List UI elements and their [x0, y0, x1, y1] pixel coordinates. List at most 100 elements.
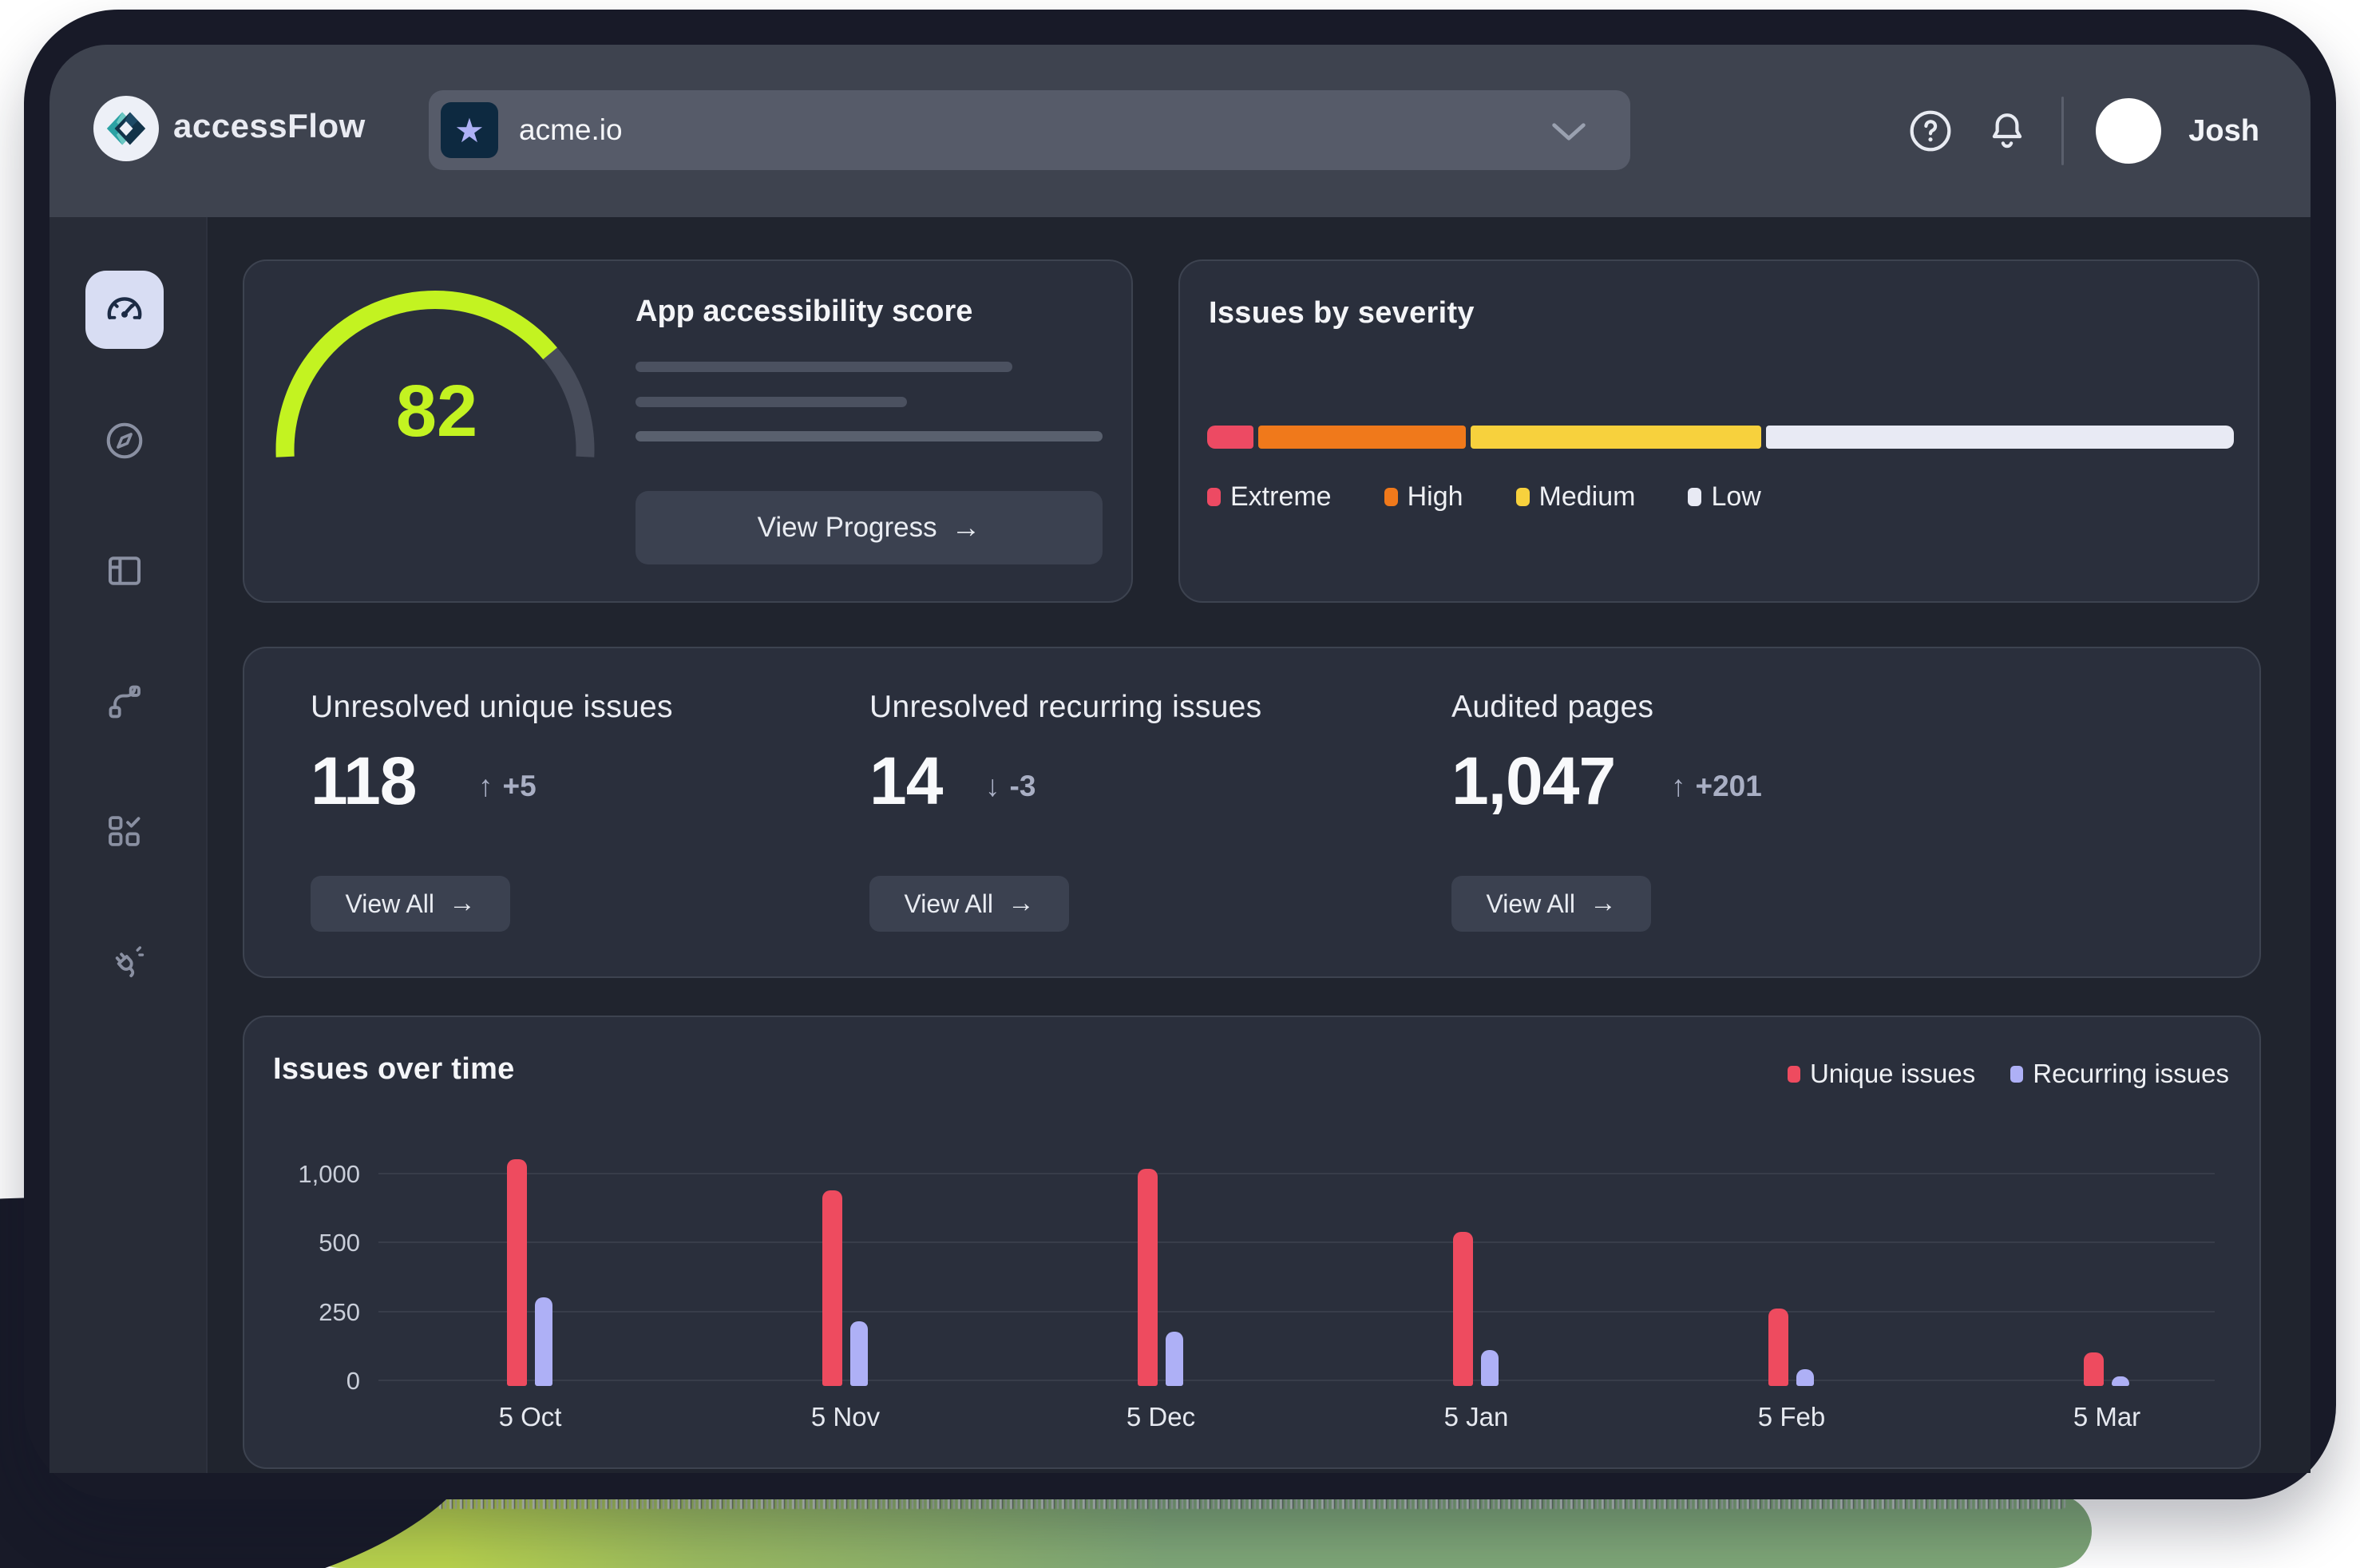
arrow-right-icon: → — [952, 511, 981, 544]
bar-unique-5-oct — [507, 1159, 527, 1386]
arrow-right-icon: → — [1008, 889, 1035, 919]
legend-swatch-icon — [1384, 488, 1398, 506]
stats-card: Unresolved unique issues 118 ↑ +5 View A… — [243, 647, 2261, 978]
stat-value: 118 — [311, 742, 417, 820]
sidebar-item-explore[interactable] — [85, 402, 164, 480]
topbar-actions: Josh — [1908, 45, 2259, 217]
severity-segment-extreme — [1207, 426, 1253, 449]
accessflow-logo-icon — [103, 105, 149, 152]
workspace-switcher[interactable]: ★ acme.io — [429, 90, 1630, 170]
app-window: accessFlow ★ acme.io — [24, 10, 2336, 1499]
legend-item: Recurring issues — [2010, 1059, 2229, 1089]
view-all-label: View All — [345, 889, 434, 919]
skeleton-line — [636, 431, 1103, 441]
stat-delta: ↑ +5 — [478, 770, 537, 803]
sidebar-item-tasks[interactable] — [85, 792, 164, 870]
chevron-down-icon — [1551, 122, 1586, 141]
bar-recurring-5-mar — [2112, 1376, 2129, 1386]
view-progress-label: View Progress — [758, 512, 937, 544]
brand-name: accessFlow — [173, 107, 366, 145]
legend-item: High — [1384, 481, 1463, 513]
severity-segment-low — [1766, 426, 2234, 449]
bar-recurring-5-oct — [535, 1297, 552, 1386]
view-all-unique-button[interactable]: View All → — [311, 876, 510, 932]
legend-item: Medium — [1516, 481, 1636, 513]
stat-value: 1,047 — [1451, 742, 1615, 820]
gridline — [378, 1380, 2215, 1381]
sidebar-item-flows[interactable] — [85, 663, 164, 741]
legend-swatch-icon — [2010, 1066, 2023, 1083]
sidebar — [49, 217, 208, 1473]
legend-swatch-icon — [1516, 488, 1530, 506]
severity-legend: Extreme High Medium Low — [1207, 481, 1761, 513]
stat-title: Audited pages — [1451, 690, 1653, 725]
y-axis-tick-label: 0 — [260, 1367, 360, 1396]
legend-label: Medium — [1539, 481, 1636, 513]
notifications-button[interactable] — [1985, 109, 2029, 153]
stat-title: Unresolved recurring issues — [869, 690, 1261, 725]
bar-recurring-5-dec — [1166, 1332, 1183, 1386]
compass-icon — [103, 419, 146, 462]
score-card-title: App accessibility score — [636, 295, 972, 329]
severity-card: Issues by severity ExtremeHighMediumLow — [1178, 259, 2259, 603]
x-axis-tick-label: 5 Dec — [1081, 1402, 1241, 1432]
sidebar-item-pages[interactable] — [85, 532, 164, 610]
severity-segment-high — [1258, 426, 1466, 449]
y-axis-tick-label: 500 — [260, 1229, 360, 1257]
workspace-name: acme.io — [519, 113, 623, 147]
bar-unique-5-mar — [2084, 1352, 2104, 1386]
arrow-right-icon: → — [449, 889, 476, 919]
legend-label: Low — [1711, 481, 1760, 513]
stat-delta-value: +5 — [503, 770, 537, 803]
stat-delta-value: +201 — [1696, 770, 1762, 803]
x-axis-tick-label: 5 Feb — [1712, 1402, 1871, 1432]
view-progress-button[interactable]: View Progress → — [636, 491, 1103, 564]
bar-recurring-5-nov — [850, 1321, 868, 1386]
view-all-pages-button[interactable]: View All → — [1451, 876, 1651, 932]
gauge-icon — [102, 287, 147, 332]
x-axis-tick-label: 5 Mar — [2027, 1402, 2187, 1432]
gridline — [378, 1173, 2215, 1174]
stat-unique-issues: Unresolved unique issues 118 ↑ +5 View A… — [311, 648, 822, 976]
severity-stacked-bar — [1207, 426, 2234, 449]
legend-item: Extreme — [1207, 481, 1332, 513]
legend-item: Unique issues — [1788, 1059, 1975, 1089]
legend-label: Unique issues — [1810, 1059, 1975, 1089]
main-content: 82 App accessibility score View Progress… — [208, 217, 2311, 1473]
arrow-up-icon: ↑ — [1671, 770, 1686, 803]
x-axis-tick-label: 5 Jan — [1396, 1402, 1556, 1432]
score-card: 82 App accessibility score View Progress… — [243, 259, 1133, 603]
bar-unique-5-dec — [1138, 1169, 1158, 1386]
view-all-recurring-button[interactable]: View All → — [869, 876, 1069, 932]
avatar[interactable] — [2096, 98, 2161, 164]
bar-unique-5-feb — [1768, 1309, 1788, 1386]
gridline — [378, 1241, 2215, 1243]
issues-over-time-card: Issues over time Unique issuesRecurring … — [243, 1016, 2261, 1469]
stat-delta-value: -3 — [1010, 770, 1036, 803]
workspace-star-icon: ★ — [441, 102, 498, 158]
legend-label: High — [1408, 481, 1463, 513]
bar-recurring-5-feb — [1796, 1369, 1814, 1386]
help-button[interactable] — [1908, 109, 1953, 153]
arrow-down-icon: ↓ — [985, 770, 1000, 803]
legend-swatch-icon — [1207, 488, 1221, 506]
window-body: 82 App accessibility score View Progress… — [49, 217, 2311, 1473]
arrow-up-icon: ↑ — [478, 770, 493, 803]
stat-title: Unresolved unique issues — [311, 690, 673, 725]
score-value: 82 — [357, 363, 517, 459]
legend-swatch-icon — [1688, 488, 1701, 506]
sidebar-item-integrations[interactable] — [85, 923, 164, 1001]
bar-unique-5-jan — [1453, 1232, 1473, 1386]
bell-icon — [1985, 109, 2029, 153]
skeleton-line — [636, 397, 907, 407]
legend-label: Recurring issues — [2033, 1059, 2229, 1089]
user-name: Josh — [2188, 114, 2259, 148]
topbar-divider — [2061, 97, 2064, 165]
stat-value: 14 — [869, 742, 942, 820]
topbar: accessFlow ★ acme.io — [49, 45, 2311, 217]
sidebar-item-dashboard[interactable] — [85, 271, 164, 349]
chart-legend: Unique issues Recurring issues — [1788, 1059, 2229, 1089]
y-axis-tick-label: 250 — [260, 1298, 360, 1327]
stat-audited-pages: Audited pages 1,047 ↑ +201 View All → — [1451, 648, 1962, 976]
bar-unique-5-nov — [822, 1190, 842, 1386]
